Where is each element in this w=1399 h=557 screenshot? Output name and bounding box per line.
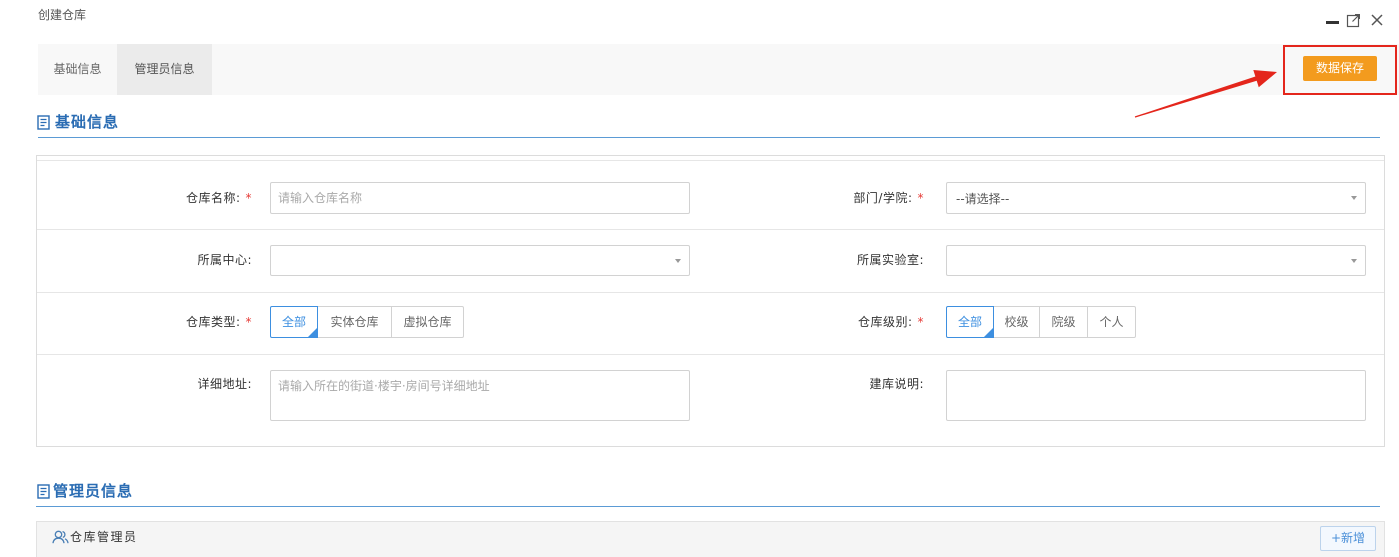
minimize-button[interactable] [1324, 14, 1341, 28]
section-title-admin: 管理员信息 [53, 482, 134, 500]
warehouse-type-option-all[interactable]: 全部 [270, 306, 318, 338]
description-textarea[interactable] [946, 370, 1366, 421]
department-label: 部门/学院: * [777, 182, 924, 214]
center-label: 所属中心: [197, 253, 252, 267]
users-icon [52, 530, 69, 544]
warehouse-level-option-personal[interactable]: 个人 [1087, 306, 1136, 338]
warehouse-type-option-virtual[interactable]: 虚拟仓库 [391, 306, 464, 338]
warehouse-level-option-school[interactable]: 校级 [993, 306, 1040, 338]
document-icon [37, 484, 50, 499]
caret-down-icon [1351, 258, 1357, 263]
maximize-button[interactable] [1346, 12, 1362, 28]
department-select[interactable]: --请选择-- [946, 182, 1366, 214]
required-marker: * [917, 315, 924, 329]
lab-label: 所属实验室: [856, 253, 924, 267]
warehouse-level-option-college[interactable]: 院级 [1039, 306, 1088, 338]
center-select[interactable] [270, 245, 690, 276]
section-divider [36, 506, 1380, 507]
close-icon [1371, 14, 1383, 26]
warehouse-level-option-all[interactable]: 全部 [946, 306, 994, 338]
form-row: 所属中心: 所属实验室: [37, 230, 1384, 293]
form-row: 仓库类型: * 全部 实体仓库 虚拟仓库 仓库级别: * 全部 校级 院级 个人 [37, 293, 1384, 355]
lab-select[interactable] [946, 245, 1366, 276]
section-title-basic: 基础信息 [55, 113, 120, 131]
section-divider [38, 137, 1380, 138]
basic-info-form: 仓库名称: * 部门/学院: * --请选择-- 所属中心: 所属实验室: 仓库类型… [36, 155, 1385, 447]
warehouse-type-group: 全部 实体仓库 虚拟仓库 [270, 306, 464, 338]
warehouse-name-label: 仓库名称: * [117, 182, 252, 214]
close-button[interactable] [1370, 13, 1384, 27]
tab-admin-info[interactable]: 管理员信息 [117, 44, 212, 95]
department-label-text: 部门/学院: [853, 191, 913, 205]
maximize-icon [1346, 14, 1360, 28]
annotation-highlight-box [1283, 45, 1397, 95]
required-marker: * [245, 315, 252, 329]
address-textarea[interactable] [270, 370, 690, 421]
warehouse-type-label: 仓库类型: * [117, 306, 252, 338]
required-marker: * [917, 191, 924, 205]
warehouse-level-label-text: 仓库级别: [857, 315, 913, 329]
add-admin-button[interactable]: +新增 [1320, 526, 1376, 551]
address-label: 详细地址: [197, 377, 252, 391]
required-marker: * [245, 191, 252, 205]
admin-panel-title: 仓库管理员 [70, 530, 138, 544]
document-icon [37, 115, 50, 130]
tab-basic-info[interactable]: 基础信息 [38, 44, 117, 95]
admin-panel-header: 仓库管理员 +新增 [36, 521, 1385, 557]
caret-down-icon [1351, 196, 1357, 200]
warehouse-name-input[interactable] [270, 182, 690, 214]
warehouse-type-option-physical[interactable]: 实体仓库 [317, 306, 392, 338]
window-title: 创建仓库 [38, 8, 87, 22]
warehouse-name-label-text: 仓库名称: [185, 191, 241, 205]
minimize-icon [1326, 21, 1339, 24]
form-row: 仓库名称: * 部门/学院: * --请选择-- [37, 161, 1384, 230]
description-label: 建库说明: [869, 377, 924, 391]
warehouse-level-label: 仓库级别: * [777, 306, 924, 338]
warehouse-type-label-text: 仓库类型: [185, 315, 241, 329]
department-select-value: --请选择-- [956, 191, 1010, 206]
tab-bar: 基础信息 管理员信息 [38, 44, 1399, 95]
form-row: 详细地址: 建库说明: [37, 355, 1384, 446]
warehouse-level-group: 全部 校级 院级 个人 [946, 306, 1136, 338]
caret-down-icon [675, 258, 681, 263]
